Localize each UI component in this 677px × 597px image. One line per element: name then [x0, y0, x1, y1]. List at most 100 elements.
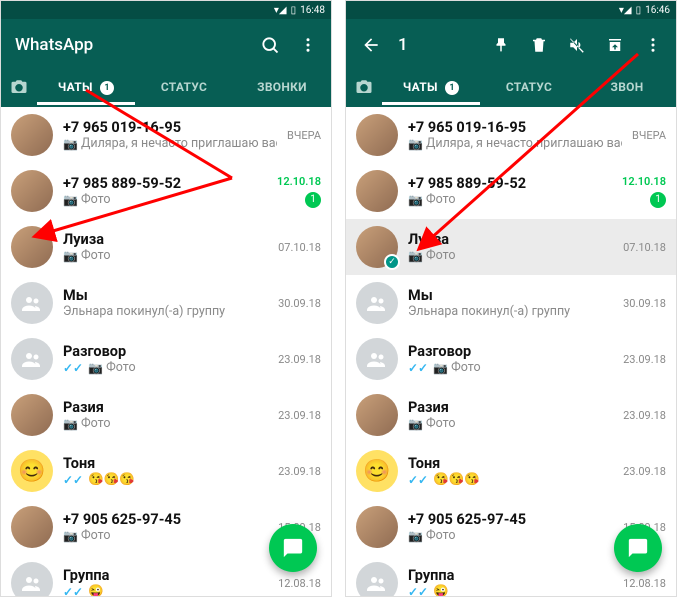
tab-chats-label: ЧАТЫ	[58, 80, 93, 94]
tab-chats[interactable]: ЧАТЫ 1	[37, 70, 135, 105]
pin-icon[interactable]	[490, 34, 512, 56]
avatar[interactable]	[356, 170, 398, 212]
chat-name: +7 905 625-97-45	[63, 511, 268, 528]
chat-row[interactable]: ✓Луиза📷 Фото07.10.18	[346, 219, 676, 275]
delete-icon[interactable]	[528, 34, 550, 56]
avatar[interactable]	[356, 562, 398, 596]
archive-icon[interactable]	[604, 34, 626, 56]
chat-preview: ✓✓📷 Фото	[408, 360, 613, 375]
chat-preview: 📷 Фото	[63, 248, 268, 263]
app-title: WhatsApp	[15, 35, 243, 55]
signal-icon: ▾◢	[619, 5, 632, 16]
avatar[interactable]	[11, 226, 53, 268]
tab-chats-badge: 1	[445, 81, 459, 95]
tab-status[interactable]: СТАТУС	[135, 70, 233, 104]
chat-time: 12.10.18	[277, 175, 321, 188]
chat-row[interactable]: +7 965 019-16-95📷 Диляра, я нечасто приг…	[1, 107, 331, 163]
photo-preview-icon: 📷	[408, 417, 423, 431]
tab-bar: ЧАТЫ 1 СТАТУС ЗВОНКИ	[1, 67, 331, 107]
chat-row[interactable]: Разговор✓✓📷 Фото23.09.18	[346, 331, 676, 387]
photo-preview-icon: 📷	[63, 529, 78, 543]
photo-preview-icon: 📷	[408, 249, 423, 263]
chat-name: +7 985 889-59-52	[63, 175, 267, 192]
chat-preview: 📷 Фото	[408, 248, 613, 263]
new-chat-fab[interactable]	[614, 524, 662, 572]
chat-row[interactable]: Мы Эльнара покинул(-а) группу30.09.18	[346, 275, 676, 331]
avatar[interactable]: ✓	[356, 226, 398, 268]
selected-check-icon: ✓	[384, 254, 400, 270]
chat-name: +7 965 019-16-95	[408, 119, 622, 136]
avatar[interactable]	[11, 338, 53, 380]
unread-badge: 1	[650, 192, 666, 208]
chat-preview: ✓✓ 😘😘😘	[408, 472, 613, 487]
camera-tab-icon[interactable]	[1, 76, 37, 98]
tab-status[interactable]: СТАТУС	[480, 70, 578, 104]
chat-time: 23.09.18	[278, 409, 321, 422]
avatar[interactable]	[11, 114, 53, 156]
back-icon[interactable]	[360, 34, 382, 56]
read-ticks-icon: ✓✓	[63, 585, 83, 597]
chat-row[interactable]: +7 985 889-59-52📷 Фото12.10.181	[346, 163, 676, 219]
chat-name: Разговор	[63, 343, 268, 360]
tab-chats-label: ЧАТЫ	[403, 80, 438, 94]
tab-chats[interactable]: ЧАТЫ 1	[382, 70, 480, 105]
chat-row[interactable]: Разия📷 Фото23.09.18	[1, 387, 331, 443]
photo-preview-icon: 📷	[408, 137, 423, 151]
avatar[interactable]	[11, 562, 53, 596]
avatar[interactable]	[356, 282, 398, 324]
chat-preview: 📷 Фото	[408, 416, 613, 431]
avatar[interactable]	[11, 506, 53, 548]
photo-preview-icon: 📷	[408, 529, 423, 543]
tab-calls[interactable]: ЗВОН	[578, 70, 676, 104]
chat-row[interactable]: +7 965 019-16-95📷 Диляра, я нечасто приг…	[346, 107, 676, 163]
avatar[interactable]	[11, 282, 53, 324]
more-icon[interactable]	[297, 34, 319, 56]
battery-icon: ▯	[636, 5, 642, 16]
chat-time: 23.09.18	[278, 465, 321, 478]
read-ticks-icon: ✓✓	[408, 585, 428, 597]
chat-time: 12.10.18	[622, 175, 666, 188]
chat-preview: 📷 Фото	[408, 192, 612, 207]
mute-icon[interactable]	[566, 34, 588, 56]
chat-row[interactable]: Разия📷 Фото23.09.18	[346, 387, 676, 443]
chat-name: Разия	[63, 399, 268, 416]
status-time: 16:48	[300, 5, 325, 16]
chat-list[interactable]: +7 965 019-16-95📷 Диляра, я нечасто приг…	[346, 107, 676, 596]
chat-time: 23.09.18	[623, 409, 666, 422]
chat-name: Тоня	[408, 455, 613, 472]
chat-preview: ✓✓ 😘😘😘	[63, 472, 268, 487]
chat-time: 30.09.18	[623, 297, 666, 310]
chat-name: Группа	[63, 567, 268, 584]
avatar[interactable]	[11, 394, 53, 436]
search-icon[interactable]	[259, 34, 281, 56]
selection-count: 1	[398, 35, 474, 55]
more-icon[interactable]	[642, 34, 664, 56]
chat-row[interactable]: Мы Эльнара покинул(-а) группу30.09.18	[1, 275, 331, 331]
chat-list[interactable]: +7 965 019-16-95📷 Диляра, я нечасто приг…	[1, 107, 331, 596]
chat-time: 12.08.18	[278, 577, 321, 590]
chat-row[interactable]: 😊Тоня✓✓ 😘😘😘23.09.18	[1, 443, 331, 499]
chat-time: 23.09.18	[278, 353, 321, 366]
chat-preview: ✓✓📷 Фото	[63, 360, 268, 375]
avatar[interactable]	[356, 506, 398, 548]
new-chat-fab[interactable]	[269, 524, 317, 572]
avatar[interactable]: 😊	[356, 450, 398, 492]
tab-calls[interactable]: ЗВОНКИ	[233, 70, 331, 104]
avatar[interactable]	[356, 338, 398, 380]
photo-preview-icon: 📷	[88, 361, 103, 375]
camera-tab-icon[interactable]	[346, 76, 382, 98]
chat-row[interactable]: 😊Тоня✓✓ 😘😘😘23.09.18	[346, 443, 676, 499]
chat-row[interactable]: Разговор✓✓📷 Фото 23.09.18	[1, 331, 331, 387]
chat-time: 07.10.18	[278, 241, 321, 254]
avatar[interactable]	[356, 394, 398, 436]
photo-preview-icon: 📷	[433, 361, 448, 375]
chat-preview: ✓✓ 😜	[63, 584, 268, 596]
photo-preview-icon: 📷	[408, 193, 423, 207]
chat-preview: Эльнара покинул(-а) группу	[63, 304, 268, 319]
chat-row[interactable]: +7 985 889-59-52📷 Фото12.10.181	[1, 163, 331, 219]
chat-preview: Эльнара покинул(-а) группу	[408, 304, 613, 319]
chat-row[interactable]: Луиза📷 Фото07.10.18	[1, 219, 331, 275]
avatar[interactable]: 😊	[11, 450, 53, 492]
avatar[interactable]	[11, 170, 53, 212]
avatar[interactable]	[356, 114, 398, 156]
